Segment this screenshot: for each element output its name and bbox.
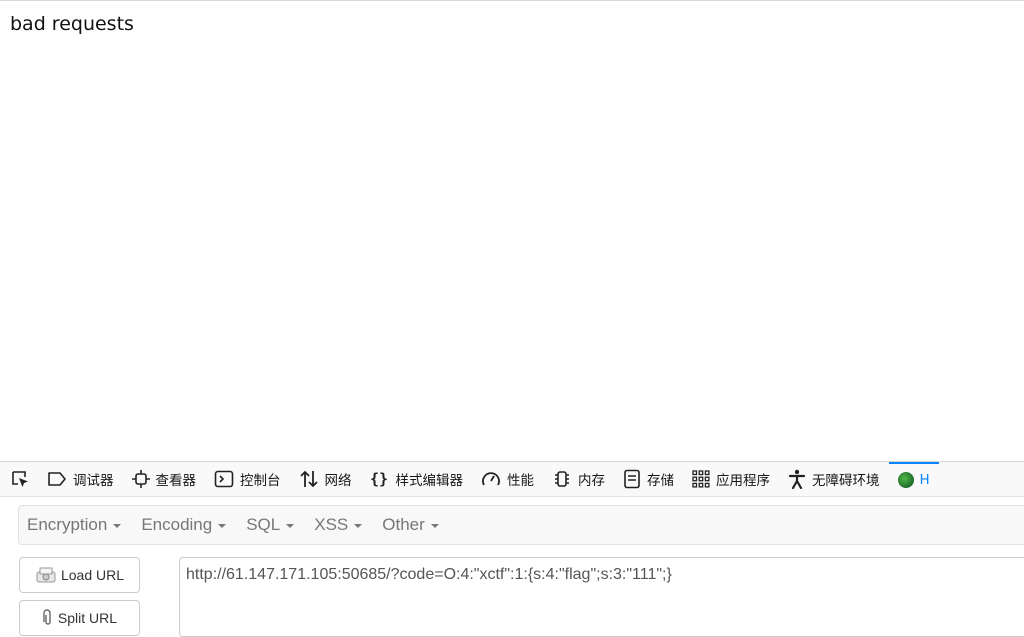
menu-sql-label: SQL [246, 515, 281, 534]
tab-inspector-label: 查看器 [155, 473, 197, 489]
tab-console-label: 控制台 [240, 473, 281, 489]
tab-debugger[interactable]: 调试器 [38, 462, 123, 496]
menu-xss[interactable]: XSS [306, 506, 374, 544]
caret-down-icon [430, 524, 439, 528]
style-editor-icon: {} [370, 470, 388, 488]
caret-down-icon [354, 524, 363, 528]
tab-network-label: 网络 [324, 473, 352, 489]
element-picker-button[interactable] [6, 462, 34, 496]
application-icon [692, 470, 710, 488]
memory-icon [555, 471, 569, 487]
menu-xss-label: XSS [314, 515, 349, 534]
caret-down-icon [113, 524, 122, 528]
tab-performance-label: 性能 [507, 473, 534, 489]
menu-encoding[interactable]: Encoding [133, 506, 238, 544]
tab-network[interactable]: 网络 [290, 462, 361, 496]
tab-hackbar[interactable]: H [888, 462, 939, 496]
tab-inspector[interactable]: 查看器 [123, 462, 206, 496]
menu-other[interactable]: Other [374, 506, 451, 544]
tab-accessibility[interactable]: 无障碍环境 [779, 462, 889, 496]
menu-encryption-label: Encryption [27, 515, 108, 534]
hackbar-menu: Encryption Encoding SQL XSS Other [18, 505, 1024, 545]
inspector-icon [131, 470, 150, 488]
performance-icon [482, 472, 500, 486]
tab-memory[interactable]: 内存 [543, 462, 614, 496]
menu-encoding-label: Encoding [141, 515, 213, 534]
tab-style-editor[interactable]: {} 样式编辑器 [361, 462, 473, 496]
split-url-button[interactable]: Split URL [19, 600, 140, 636]
menu-other-label: Other [382, 515, 425, 534]
tab-performance[interactable]: 性能 [472, 462, 543, 496]
paperclip-icon [42, 609, 54, 627]
console-icon [214, 470, 234, 488]
devtools-toolbar: 调试器 查看器 控制台 网络 {} 样式编辑器 性能 内存 存储 应用程序 无障… [0, 461, 1024, 497]
hackbar-icon [897, 472, 914, 488]
split-url-label: Split URL [57, 610, 118, 626]
load-url-label: Load URL [60, 567, 125, 583]
accessibility-icon [788, 469, 806, 489]
tab-storage[interactable]: 存储 [614, 462, 683, 496]
menu-sql[interactable]: SQL [238, 506, 306, 544]
load-url-button[interactable]: Load URL [19, 557, 140, 593]
svg-text:{}: {} [370, 470, 388, 488]
url-value: http://61.147.171.105:50685/?code=O:4:"x… [186, 566, 672, 583]
storage-icon [624, 469, 640, 489]
tab-console[interactable]: 控制台 [205, 462, 290, 496]
tab-debugger-label: 调试器 [73, 473, 114, 489]
web-page-content: bad requests [0, 0, 1024, 461]
network-icon [299, 470, 318, 488]
tab-storage-label: 存储 [647, 473, 674, 489]
page-body-text: bad requests [10, 13, 134, 35]
caret-down-icon [286, 524, 295, 528]
url-textarea[interactable]: http://61.147.171.105:50685/?code=O:4:"x… [179, 557, 1024, 637]
tab-hackbar-label: H [919, 472, 930, 488]
tab-style-editor-label: 样式编辑器 [395, 473, 464, 489]
tab-application[interactable]: 应用程序 [683, 462, 779, 496]
caret-down-icon [218, 524, 227, 528]
tab-accessibility-label: 无障碍环境 [812, 473, 880, 489]
element-picker-icon [12, 471, 28, 487]
tab-application-label: 应用程序 [716, 473, 770, 489]
menu-encryption[interactable]: Encryption [19, 506, 133, 544]
debugger-icon [48, 472, 66, 486]
load-url-icon [35, 566, 57, 584]
tab-memory-label: 内存 [578, 473, 605, 489]
hackbar-panel: Encryption Encoding SQL XSS Other Load U… [0, 497, 1024, 637]
